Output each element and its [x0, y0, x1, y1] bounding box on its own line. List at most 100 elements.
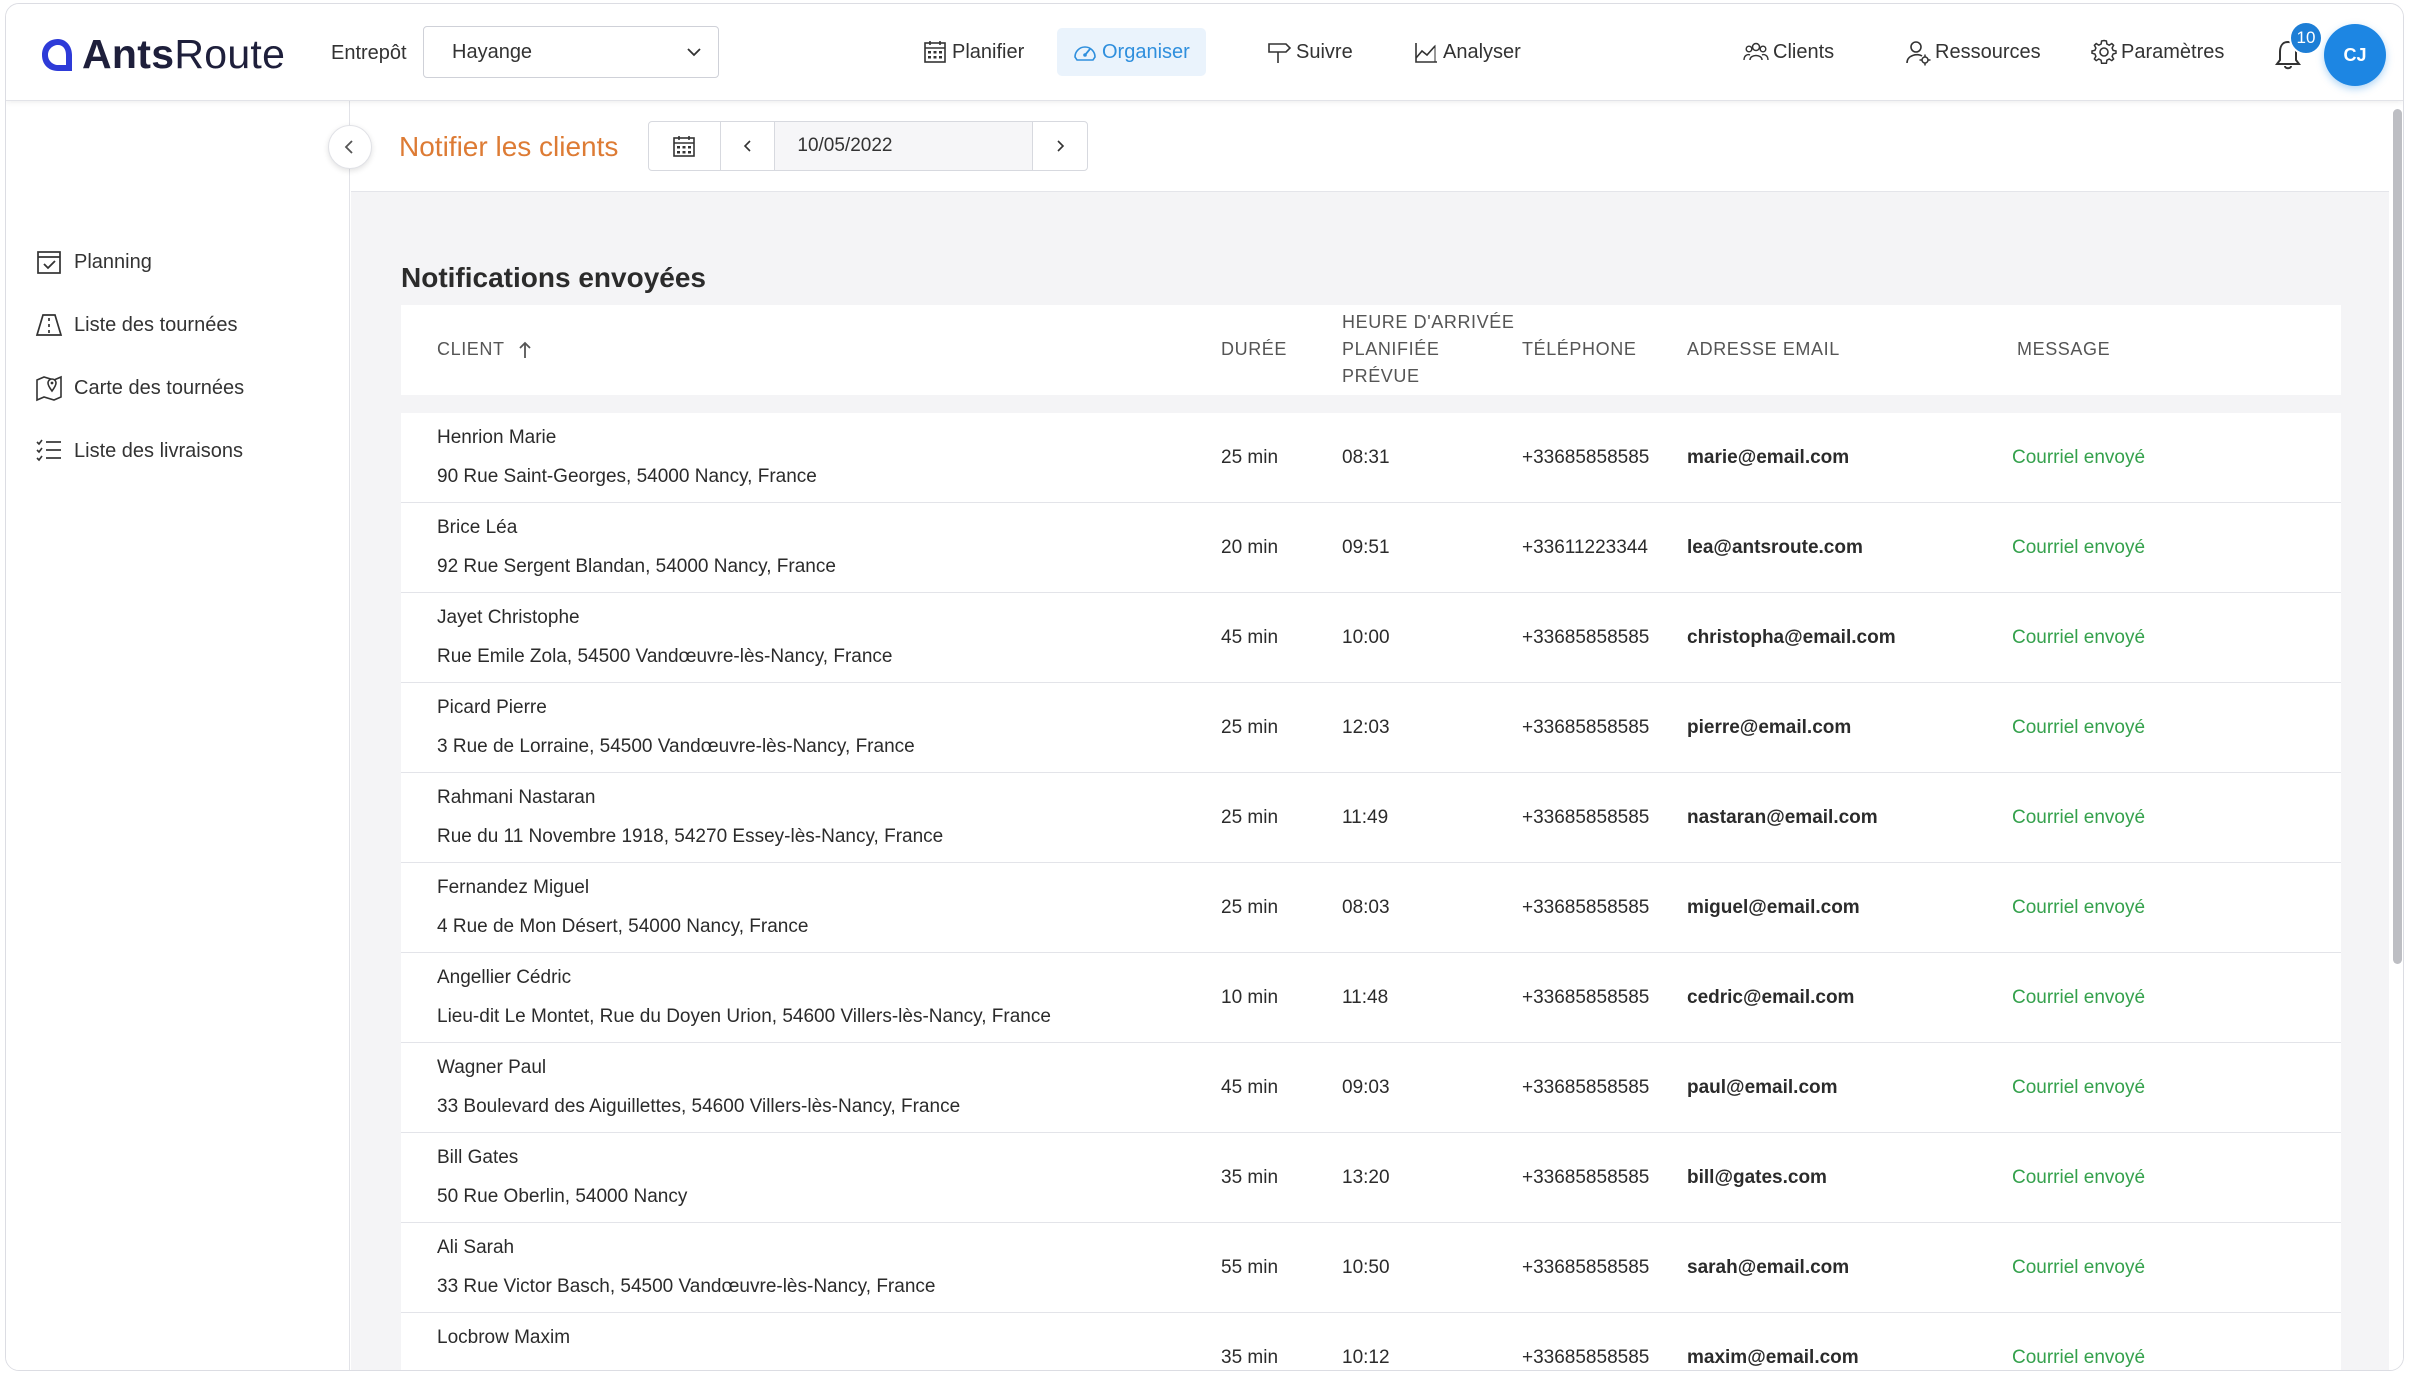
logo-text-light: Route: [174, 31, 286, 77]
phone-cell: +33685858585: [1522, 807, 1650, 828]
column-client-label: CLIENT: [437, 339, 505, 359]
table-row[interactable]: Jayet Christophe Rue Emile Zola, 54500 V…: [401, 593, 2341, 683]
next-date-button[interactable]: [1033, 122, 1087, 170]
table-row[interactable]: Rahmani Nastaran Rue du 11 Novembre 1918…: [401, 773, 2341, 863]
client-address: Lieu-dit Le Montet, Rue du Doyen Urion, …: [437, 1006, 1051, 1027]
nav-planifier[interactable]: Planifier: [907, 28, 1040, 76]
nav-organiser[interactable]: Organiser: [1057, 28, 1206, 76]
calendar-button[interactable]: [649, 122, 721, 170]
sidebar-item-carte-tournees[interactable]: Carte des tournées: [34, 373, 244, 403]
nav-parametres[interactable]: Paramètres: [2076, 28, 2240, 76]
table-row[interactable]: Angellier Cédric Lieu-dit Le Montet, Rue…: [401, 953, 2341, 1043]
logo[interactable]: AntsRoute: [38, 31, 285, 78]
client-name: Bill Gates: [437, 1147, 519, 1168]
chevron-left-icon: [743, 140, 751, 152]
client-name: Picard Pierre: [437, 697, 547, 718]
table-row[interactable]: Locbrow Maxim 35 min 10:12 +33685858585 …: [401, 1313, 2341, 1370]
warehouse-select-value: Hayange: [452, 40, 533, 63]
email-cell: miguel@email.com: [1687, 897, 1860, 918]
date-field[interactable]: 10/05/2022: [775, 122, 1034, 170]
table-row[interactable]: Henrion Marie 90 Rue Saint-Georges, 5400…: [401, 413, 2341, 503]
chart-icon: [1415, 43, 1437, 63]
previous-date-button[interactable]: [721, 122, 776, 170]
section-title: Notifications envoyées: [401, 262, 706, 293]
calendar-icon: [673, 136, 696, 157]
nav-clients-label: Clients: [1773, 40, 1835, 63]
arrival-time-cell: 12:03: [1342, 717, 1390, 738]
nav-clients[interactable]: Clients: [1728, 28, 1850, 76]
message-status: Courriel envoyé: [2012, 447, 2146, 468]
signpost-icon: [1268, 43, 1292, 63]
phone-cell: +33685858585: [1522, 1257, 1650, 1278]
client-name: Angellier Cédric: [437, 967, 572, 988]
calendar-grid-icon: [924, 41, 946, 63]
sidebar-item-label: Liste des livraisons: [74, 439, 243, 462]
top-bar: AntsRoute Entrepôt Hayange Planifier Org…: [6, 4, 2403, 101]
arrival-time-cell: 13:20: [1342, 1167, 1390, 1188]
column-header-message[interactable]: MESSAGE: [2017, 336, 2110, 363]
duration-cell: 25 min: [1221, 897, 1279, 918]
sidebar-collapse-button[interactable]: [328, 125, 372, 169]
table-row[interactable]: Picard Pierre 3 Rue de Lorraine, 54500 V…: [401, 683, 2341, 773]
arrival-time-cell: 08:31: [1342, 447, 1390, 468]
page-title: Notifier les clients: [399, 131, 619, 162]
table-row[interactable]: Brice Léa 92 Rue Sergent Blandan, 54000 …: [401, 503, 2341, 593]
table-row[interactable]: Bill Gates 50 Rue Oberlin, 54000 Nancy 3…: [401, 1133, 2341, 1223]
duration-cell: 35 min: [1221, 1347, 1279, 1368]
duration-cell: 20 min: [1221, 537, 1279, 558]
column-header-client[interactable]: CLIENT: [437, 336, 532, 363]
client-address: 50 Rue Oberlin, 54000 Nancy: [437, 1186, 688, 1207]
column-header-duration[interactable]: DURÉE: [1221, 336, 1287, 363]
vertical-scrollbar[interactable]: [2390, 101, 2403, 1370]
table-row[interactable]: Fernandez Miguel 4 Rue de Mon Désert, 54…: [401, 863, 2341, 953]
sidebar-item-liste-livraisons[interactable]: Liste des livraisons: [34, 436, 243, 466]
phone-cell: +33685858585: [1522, 627, 1650, 648]
scrollbar-thumb[interactable]: [2393, 109, 2402, 964]
message-status: Courriel envoyé: [2012, 1347, 2146, 1368]
nav-parametres-label: Paramètres: [2121, 40, 2225, 63]
chevron-right-icon: [1057, 140, 1065, 152]
client-name: Fernandez Miguel: [437, 877, 590, 898]
phone-cell: +33685858585: [1522, 447, 1650, 468]
arrival-time-cell: 11:49: [1342, 807, 1389, 828]
client-address: 3 Rue de Lorraine, 54500 Vandœuvre-lès-N…: [437, 736, 915, 757]
duration-cell: 25 min: [1221, 807, 1279, 828]
phone-cell: +33685858585: [1522, 1347, 1650, 1368]
date-navigator: 10/05/2022: [648, 121, 1088, 171]
arrival-time-cell: 10:00: [1342, 627, 1390, 648]
arrival-time-cell: 10:50: [1342, 1257, 1390, 1278]
client-address: 92 Rue Sergent Blandan, 54000 Nancy, Fra…: [437, 556, 836, 577]
user-gear-icon: [1906, 41, 1931, 66]
duration-cell: 25 min: [1221, 717, 1279, 738]
nav-ressources[interactable]: Ressources: [1890, 28, 2057, 76]
nav-suivre[interactable]: Suivre: [1251, 28, 1369, 76]
sidebar-item-label: Liste des tournées: [74, 313, 238, 336]
sidebar-item-liste-tournees[interactable]: Liste des tournées: [34, 310, 237, 340]
nav-analyser[interactable]: Analyser: [1398, 28, 1537, 76]
duration-cell: 35 min: [1221, 1167, 1279, 1188]
nav-ressources-label: Ressources: [1935, 40, 2041, 63]
table-row[interactable]: Ali Sarah 33 Rue Victor Basch, 54500 Van…: [401, 1223, 2341, 1313]
column-header-arrival[interactable]: HEURE D'ARRIVÉE PLANIFIÉE PRÉVUE: [1342, 309, 1514, 390]
warehouse-select[interactable]: Hayange: [423, 26, 719, 78]
client-name: Henrion Marie: [437, 427, 557, 448]
sidebar-item-label: Planning: [74, 250, 152, 273]
sidebar-item-planning[interactable]: Planning: [34, 247, 152, 277]
duration-cell: 45 min: [1221, 1077, 1279, 1098]
message-status: Courriel envoyé: [2012, 1167, 2146, 1188]
table-row[interactable]: Wagner Paul 33 Boulevard des Aiguillette…: [401, 1043, 2341, 1133]
client-name: Rahmani Nastaran: [437, 787, 596, 808]
client-address: 90 Rue Saint-Georges, 54000 Nancy, Franc…: [437, 466, 817, 487]
client-name: Brice Léa: [437, 517, 518, 538]
client-address: Rue Emile Zola, 54500 Vandœuvre-lès-Nanc…: [437, 646, 893, 667]
nav-suivre-label: Suivre: [1296, 40, 1353, 63]
arrival-time-cell: 11:48: [1342, 987, 1389, 1008]
duration-cell: 10 min: [1221, 987, 1279, 1008]
avatar[interactable]: CJ: [2324, 24, 2386, 86]
email-cell: sarah@email.com: [1687, 1257, 1850, 1278]
app-window: AntsRoute Entrepôt Hayange Planifier Org…: [5, 3, 2404, 1371]
column-header-email[interactable]: ADRESSE EMAIL: [1687, 336, 1840, 363]
phone-cell: +33685858585: [1522, 1077, 1650, 1098]
column-header-phone[interactable]: TÉLÉPHONE: [1522, 336, 1636, 363]
client-address: Rue du 11 Novembre 1918, 54270 Essey-lès…: [437, 826, 944, 847]
